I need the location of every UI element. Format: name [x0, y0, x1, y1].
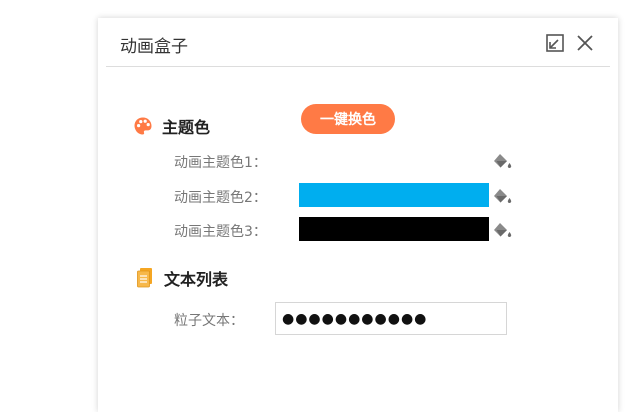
one-click-swap-color-button[interactable]: 一键换色 — [301, 104, 395, 134]
theme-color-section-label: 主题色 — [162, 118, 211, 137]
paint-bucket-icon[interactable] — [492, 187, 514, 207]
theme-color-2-label: 动画主题色2： — [174, 190, 267, 206]
theme-color-1-label: 动画主题色1： — [174, 155, 267, 171]
text-list-section-label: 文本列表 — [164, 270, 229, 289]
particle-text-label: 粒子文本： — [174, 313, 244, 329]
animation-box-dialog: 动画盒子 主题色 一键换色 动画主题色1： 动画主题色2： 动画主题色3： 文本… — [98, 18, 618, 412]
title-bar: 动画盒子 — [106, 18, 610, 67]
palette-icon — [132, 115, 154, 137]
close-icon — [574, 32, 596, 54]
paint-bucket-icon[interactable] — [492, 221, 514, 241]
paint-bucket-icon[interactable] — [492, 152, 514, 172]
theme-color-row-1: 动画主题色1： — [98, 148, 618, 174]
dialog-title: 动画盒子 — [120, 37, 188, 57]
theme-color-row-2: 动画主题色2： — [98, 183, 618, 209]
close-button[interactable] — [574, 32, 596, 54]
theme-color-3-label: 动画主题色3： — [174, 224, 267, 240]
particle-text-input[interactable] — [275, 302, 507, 335]
theme-color-1-swatch[interactable] — [299, 148, 489, 172]
restore-button[interactable] — [544, 32, 566, 54]
theme-color-2-swatch[interactable] — [299, 183, 489, 207]
restore-window-icon — [544, 32, 566, 54]
theme-color-section-header: 主题色 — [132, 114, 210, 138]
theme-color-row-3: 动画主题色3： — [98, 217, 618, 243]
document-icon — [134, 267, 156, 289]
theme-color-3-swatch[interactable] — [299, 217, 489, 241]
text-list-section-header: 文本列表 — [134, 266, 228, 290]
particle-text-row: 粒子文本： — [98, 302, 618, 336]
